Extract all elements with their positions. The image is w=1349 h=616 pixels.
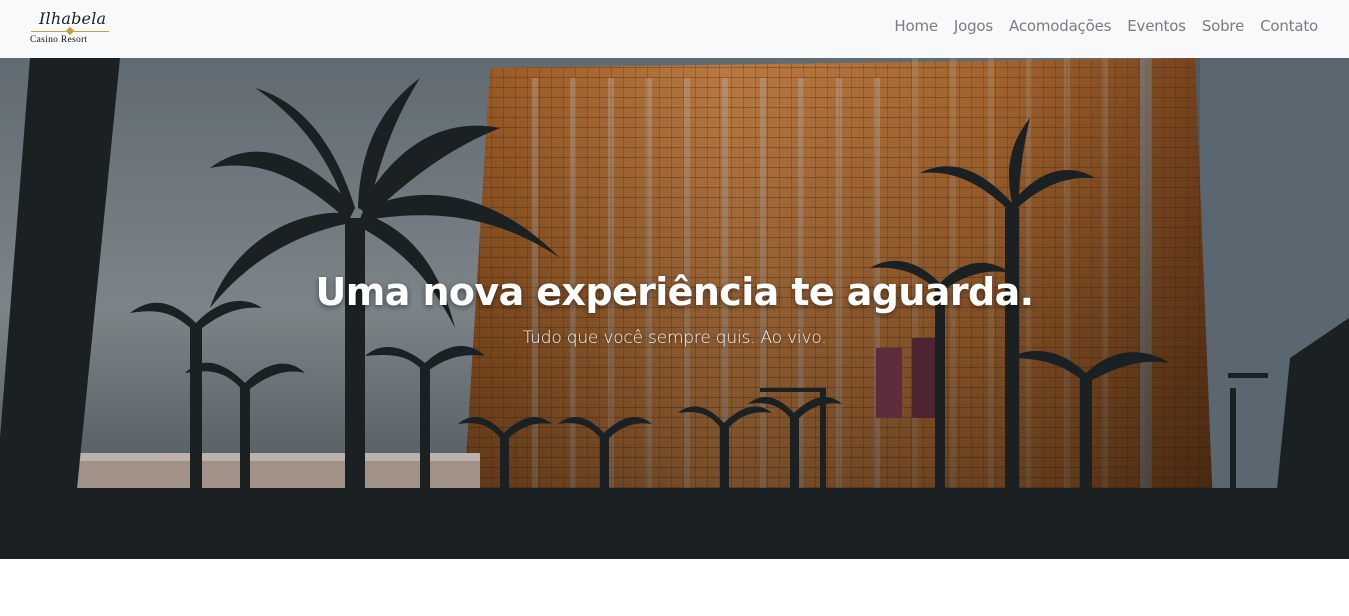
nav-contato[interactable]: Contato xyxy=(1252,17,1318,35)
diamond-icon xyxy=(65,26,75,36)
nav-eventos[interactable]: Eventos xyxy=(1119,17,1194,35)
nav-home[interactable]: Home xyxy=(886,17,946,35)
brand-name-script: Ilhabela xyxy=(39,9,107,28)
navbar: Ilhabela Casino Resort Home Jogos Acomod… xyxy=(0,0,1349,58)
nav-acomodacoes[interactable]: Acomodações xyxy=(1001,17,1119,35)
nav-sobre[interactable]: Sobre xyxy=(1194,17,1252,35)
hero-title: Uma nova experiência te aguarda. xyxy=(315,270,1035,314)
hero-section: Uma nova experiência te aguarda. Tudo qu… xyxy=(0,58,1349,559)
hero-subtitle: Tudo que você sempre quis. Ao vivo. xyxy=(522,328,827,348)
nav-jogos[interactable]: Jogos xyxy=(946,17,1001,35)
main-nav: Home Jogos Acomodações Eventos Sobre Con… xyxy=(886,17,1318,35)
content-area xyxy=(0,559,1349,616)
brand-subtitle: Casino Resort xyxy=(30,35,88,45)
brand-logo[interactable]: Ilhabela Casino Resort xyxy=(29,9,111,47)
